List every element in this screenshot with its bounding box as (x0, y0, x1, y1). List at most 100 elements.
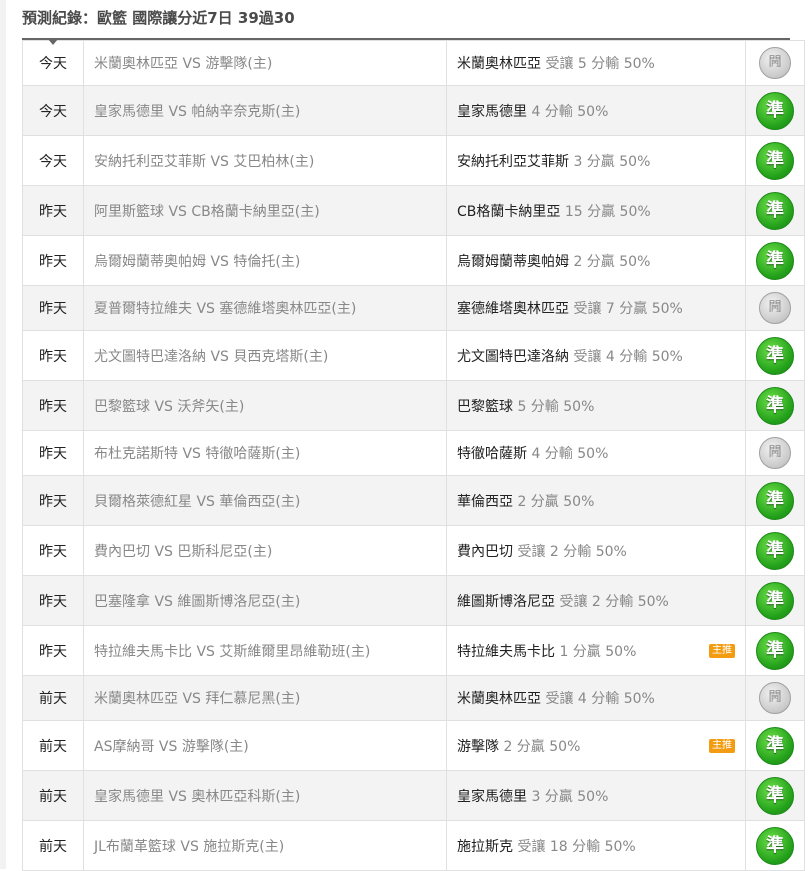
pick-team: 費內巴切 (457, 543, 513, 560)
recommend-badge: 主推 (709, 738, 735, 753)
row-match: 皇家馬德里 VS 奧林匹亞科斯(主) (83, 770, 447, 821)
row-day: 昨天 (22, 475, 84, 526)
table-row: 昨天 布杜克諾斯特 VS 特徹哈薩斯(主) 特徹哈薩斯 4 分輸 50% 闁 (22, 430, 805, 476)
pick-detail: 5 分輸 50% (517, 398, 595, 415)
row-day: 昨天 (22, 430, 84, 476)
row-day: 昨天 (22, 235, 84, 286)
pick-detail: 4 分輸 50% (531, 103, 609, 120)
prediction-table: 今天 米蘭奧林匹亞 VS 游擊隊(主) 米蘭奧林匹亞 受讓 5 分輸 50% 闁今天皇… (22, 40, 805, 871)
row-result: 闁 (745, 40, 805, 86)
row-result: 闁 (745, 675, 805, 721)
correct-result-icon: 準 (756, 481, 794, 520)
row-day: 昨天 (22, 330, 84, 381)
pick-team: 特拉維夫馬卡比 (457, 643, 555, 660)
row-pick: 皇家馬德里 3 分贏 50% (446, 770, 746, 821)
correct-result-icon: 準 (756, 726, 794, 765)
row-match: 特拉維夫馬卡比 VS 艾斯維爾里昂維勒班(主) (83, 625, 447, 676)
row-day: 前天 (22, 675, 84, 721)
correct-result-icon: 準 (756, 91, 794, 130)
table-row: 昨天 烏爾姆蘭蒂奧帕姆 VS 特倫托(主) 烏爾姆蘭蒂奧帕姆 2 分贏 50% 準 (22, 235, 805, 286)
row-pick: 特徹哈薩斯 4 分輸 50% (446, 430, 746, 476)
row-pick: 施拉斯克 受讓 18 分輸 50% (446, 820, 746, 871)
row-match: AS摩納哥 VS 游擊隊(主) (83, 720, 447, 771)
table-row: 今天 皇家馬德里 VS 帕納辛奈克斯(主) 皇家馬德里 4 分輸 50% 準 (22, 85, 805, 136)
row-day: 前天 (22, 770, 84, 821)
row-pick: 烏爾姆蘭蒂奧帕姆 2 分贏 50% (446, 235, 746, 286)
pick-team: 巴黎籃球 (457, 398, 513, 415)
row-pick: 安納托利亞艾菲斯 3 分贏 50% (446, 135, 746, 186)
pick-detail: 受讓 2 分輸 50% (559, 593, 669, 610)
pick-team: 米蘭奧林匹亞 (457, 56, 541, 72)
pick-detail: 受讓 4 分輸 50% (545, 691, 655, 707)
correct-result-icon: 準 (756, 141, 794, 180)
row-match: 巴塞隆拿 VS 維圖斯博洛尼亞(主) (83, 575, 447, 626)
pick-team: 米蘭奧林匹亞 (457, 691, 541, 707)
pick-team: 尤文圖特巴達洛納 (457, 348, 569, 365)
table-row: 昨天 巴塞隆拿 VS 維圖斯博洛尼亞(主) 維圖斯博洛尼亞 受讓 2 分輸 50% 準 (22, 575, 805, 626)
row-match: 尤文圖特巴達洛納 VS 貝西克塔斯(主) (83, 330, 447, 381)
row-day: 昨天 (22, 625, 84, 676)
correct-result-icon: 準 (756, 241, 794, 280)
row-result: 準 (745, 720, 805, 771)
pick-team: 施拉斯克 (457, 838, 513, 855)
row-result: 準 (745, 575, 805, 626)
row-result: 準 (745, 185, 805, 236)
pick-detail: 2 分贏 50% (503, 738, 581, 755)
row-day: 昨天 (22, 285, 84, 331)
row-result: 準 (745, 475, 805, 526)
row-result: 準 (745, 380, 805, 431)
row-result: 準 (745, 770, 805, 821)
pick-detail: 2 分贏 50% (573, 253, 651, 270)
table-row: 前天 AS摩納哥 VS 游擊隊(主) 游擊隊 2 分贏 50% 主推 準 (22, 720, 805, 771)
row-pick: 華倫西亞 2 分贏 50% (446, 475, 746, 526)
table-row: 前天 皇家馬德里 VS 奧林匹亞科斯(主) 皇家馬德里 3 分贏 50% 準 (22, 770, 805, 821)
row-day: 今天 (22, 135, 84, 186)
correct-result-icon: 準 (756, 776, 794, 815)
pick-detail: 2 分贏 50% (517, 493, 595, 510)
row-match: 烏爾姆蘭蒂奧帕姆 VS 特倫托(主) (83, 235, 447, 286)
row-result: 準 (745, 330, 805, 381)
row-pick: 費內巴切 受讓 2 分輸 50% (446, 525, 746, 576)
table-row: 今天 安納托利亞艾菲斯 VS 艾巴柏林(主) 安納托利亞艾菲斯 3 分贏 50% 準 (22, 135, 805, 186)
pick-detail: 4 分輸 50% (531, 446, 609, 462)
pick-team: 特徹哈薩斯 (457, 446, 527, 462)
row-result: 闁 (745, 285, 805, 331)
pick-detail: 15 分贏 50% (564, 203, 651, 220)
pick-detail: 受讓 4 分輸 50% (573, 348, 683, 365)
row-day: 今天 (22, 85, 84, 136)
row-pick: 特拉維夫馬卡比 1 分贏 50% 主推 (446, 625, 746, 676)
row-pick: 皇家馬德里 4 分輸 50% (446, 85, 746, 136)
row-result: 準 (745, 135, 805, 186)
row-match: 貝爾格萊德紅星 VS 華倫西亞(主) (83, 475, 447, 526)
correct-result-icon: 準 (756, 336, 794, 375)
row-pick: 塞德維塔奧林匹亞 受讓 7 分贏 50% (446, 285, 746, 331)
table-row: 今天 米蘭奧林匹亞 VS 游擊隊(主) 米蘭奧林匹亞 受讓 5 分輸 50% 闁 (22, 40, 805, 86)
header-notch-icon (48, 39, 58, 45)
correct-result-icon: 準 (756, 581, 794, 620)
table-row: 昨天 阿里斯籃球 VS CB格蘭卡納里亞(主) CB格蘭卡納里亞 15 分贏 50%… (22, 185, 805, 236)
correct-result-icon: 準 (756, 191, 794, 230)
correct-result-icon: 準 (756, 826, 794, 865)
pick-team: 皇家馬德里 (457, 788, 527, 805)
left-edge-bar (0, 0, 6, 869)
table-row: 前天 米蘭奧林匹亞 VS 拜仁慕尼黑(主) 米蘭奧林匹亞 受讓 4 分輸 50% 闁 (22, 675, 805, 721)
row-day: 前天 (22, 720, 84, 771)
row-pick: 尤文圖特巴達洛納 受讓 4 分輸 50% (446, 330, 746, 381)
push-result-icon: 闁 (759, 292, 791, 324)
push-result-icon: 闁 (759, 682, 791, 714)
row-match: 巴黎籃球 VS 沃斧矢(主) (83, 380, 447, 431)
pick-team: CB格蘭卡納里亞 (457, 203, 561, 220)
table-row: 前天 JL布蘭革籃球 VS 施拉斯克(主) 施拉斯克 受讓 18 分輸 50% 準 (22, 820, 805, 871)
row-day: 昨天 (22, 525, 84, 576)
pick-team: 游擊隊 (457, 738, 499, 755)
table-row: 昨天 夏普爾特拉維夫 VS 塞德維塔奧林匹亞(主) 塞德維塔奧林匹亞 受讓 7 分贏… (22, 285, 805, 331)
table-row: 昨天 貝爾格萊德紅星 VS 華倫西亞(主) 華倫西亞 2 分贏 50% 準 (22, 475, 805, 526)
pick-detail: 1 分贏 50% (559, 643, 637, 660)
row-match: JL布蘭革籃球 VS 施拉斯克(主) (83, 820, 447, 871)
row-match: 布杜克諾斯特 VS 特徹哈薩斯(主) (83, 430, 447, 476)
row-pick: CB格蘭卡納里亞 15 分贏 50% (446, 185, 746, 236)
table-row: 昨天 巴黎籃球 VS 沃斧矢(主) 巴黎籃球 5 分輸 50% 準 (22, 380, 805, 431)
row-pick: 米蘭奧林匹亞 受讓 5 分輸 50% (446, 40, 746, 86)
row-day: 昨天 (22, 380, 84, 431)
push-result-icon: 闁 (759, 47, 791, 79)
